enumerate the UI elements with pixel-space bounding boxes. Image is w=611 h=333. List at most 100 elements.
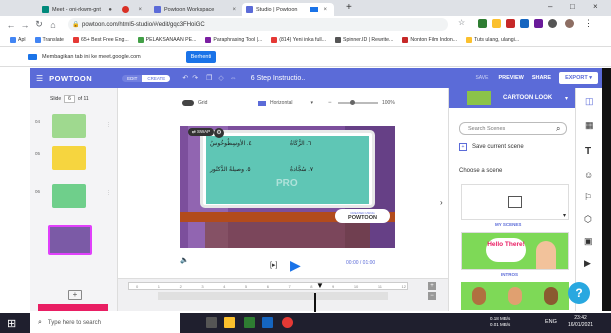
shapes-tool-icon[interactable]: ⬡ (584, 214, 592, 225)
language-indicator[interactable]: ENG (545, 319, 557, 325)
arrow-icon[interactable]: ⇔ (230, 75, 237, 82)
file-explorer-icon[interactable] (224, 317, 235, 328)
tab-powtoon-workspace[interactable]: Powtoon Workspace × (150, 3, 240, 16)
close-icon[interactable]: ● (108, 7, 112, 13)
close-icon[interactable]: × (323, 7, 327, 13)
extension-icon[interactable] (478, 19, 487, 28)
text-tool-icon[interactable]: T (585, 146, 591, 157)
playhead-icon[interactable]: ▼ (316, 281, 324, 290)
minimize-icon[interactable]: – (548, 2, 552, 11)
maximize-icon[interactable]: □ (570, 2, 575, 11)
slide-thumbnail[interactable] (52, 146, 86, 170)
hamburger-menu-icon[interactable]: ☰ (36, 74, 43, 83)
close-icon[interactable]: × (232, 7, 236, 13)
close-icon[interactable]: × (138, 7, 142, 13)
bookmark-item[interactable]: Apl (10, 36, 26, 43)
slide-thumbnail-selected[interactable] (48, 225, 92, 255)
export-button[interactable]: EXPORT ▾ (559, 72, 598, 84)
timeline-plus-button[interactable]: + (428, 282, 436, 290)
slide-number-input[interactable]: 6 (64, 95, 75, 103)
bookmark-item[interactable]: Spinner.ID | Rewrite... (334, 36, 393, 43)
home-icon[interactable]: ⌂ (46, 20, 60, 30)
project-title[interactable]: 6 Step Instructio.. (251, 75, 305, 82)
stop-sharing-button[interactable]: Berhenti (186, 51, 216, 63)
copy-icon[interactable]: ❐ (206, 74, 212, 82)
slide-thumbnail[interactable] (52, 114, 86, 138)
swap-button[interactable]: ⇄ SWAP (188, 128, 215, 136)
task-view-icon[interactable] (206, 317, 217, 328)
redo-icon[interactable]: ↷ (192, 74, 198, 82)
arabic-text[interactable]: ٧. سُجَّادةُ (290, 166, 313, 173)
extension-icon[interactable] (492, 19, 501, 28)
bookmark-item[interactable]: 65+ Best Free Eng... (72, 36, 129, 43)
orientation-select[interactable]: Horizontal ▾ (258, 100, 313, 106)
intro-scene-card[interactable]: Hello There! (461, 232, 569, 270)
reload-icon[interactable]: ↻ (32, 19, 46, 30)
settings-gear-icon[interactable]: ⚙ (214, 128, 224, 138)
extension-icon[interactable] (520, 19, 529, 28)
bookmark-item[interactable]: Paraphrasing Tool |... (205, 36, 262, 43)
zoom-slider[interactable] (338, 102, 378, 104)
help-button[interactable]: ? (568, 282, 590, 304)
back-icon[interactable]: ← (4, 20, 18, 30)
timeline-minus-button[interactable]: − (428, 292, 436, 300)
toggle-switch[interactable] (182, 100, 194, 106)
video-tool-icon[interactable]: ▶ (584, 258, 591, 269)
paste-icon[interactable]: ◇ (218, 74, 223, 82)
slide-options-icon[interactable]: ⋮ (106, 122, 111, 128)
characters-scene-card[interactable] (461, 282, 569, 310)
taskbar-search-box[interactable]: ⌕ Type here to search (30, 313, 180, 333)
bookmark-item[interactable]: Nonton Film Indon... (402, 36, 457, 43)
grid-toggle[interactable]: Grid (182, 100, 207, 106)
slide-options-icon[interactable]: ⋮ (106, 190, 111, 196)
preview-button[interactable]: PREVIEW (498, 75, 523, 81)
timeline-track[interactable] (158, 292, 388, 300)
blank-scene-card[interactable] (461, 184, 569, 220)
new-tab-button[interactable]: + (346, 2, 352, 13)
bookmark-item[interactable]: (814) Yeni inka full... (271, 36, 326, 43)
slide-thumbnail[interactable] (52, 184, 86, 208)
tab-studio-powtoon[interactable]: Studio | Powtoon × (242, 3, 334, 16)
add-slide-button[interactable]: + (68, 290, 82, 300)
scroll-down-icon[interactable]: ▾ (563, 212, 566, 219)
star-icon[interactable]: ☆ (458, 18, 465, 27)
edit-toggle[interactable]: EDIT (122, 74, 143, 82)
extension-icon[interactable] (534, 19, 543, 28)
save-button[interactable]: SAVE (475, 75, 488, 81)
background-tool-icon[interactable]: ▦ (585, 120, 594, 131)
save-scene-button[interactable]: + Save current scene (459, 143, 524, 151)
extensions-puzzle-icon[interactable] (548, 19, 557, 28)
tab-meet[interactable]: Meet - oni-rkwm-gnt ● (38, 3, 116, 16)
close-window-icon[interactable]: × (593, 2, 598, 11)
create-toggle[interactable]: CREATE (142, 74, 171, 82)
menu-dots-icon[interactable]: ⋮ (584, 18, 593, 29)
windows-start-icon[interactable]: ⊞ (7, 317, 16, 330)
bookmark-item[interactable]: Tuts ulang, ulangi... (466, 36, 519, 43)
extension-icon[interactable] (506, 19, 515, 28)
tab-mail[interactable]: × (118, 3, 146, 16)
style-header[interactable]: CARTOON LOOK ▾ (449, 88, 576, 108)
zoom-slider-thumb[interactable] (350, 100, 355, 105)
search-icon[interactable]: ⌕ (556, 124, 560, 134)
url-input[interactable]: 🔒 powtoon.com/html5-studio/#/edit/gqc3FH… (68, 18, 448, 31)
fit-icon[interactable]: [▸] (270, 261, 277, 269)
bookmark-item[interactable]: Translate (34, 36, 64, 43)
play-icon[interactable]: ▶ (290, 257, 301, 274)
app-icon[interactable] (262, 317, 273, 328)
volume-icon[interactable]: 🔈 (180, 256, 189, 264)
profile-avatar[interactable] (565, 19, 574, 28)
arabic-text[interactable]: ٥. وصيلةُ الدَّكتُور (210, 166, 251, 173)
characters-tool-icon[interactable]: ☺ (584, 170, 593, 180)
app-icon[interactable] (244, 317, 255, 328)
scrollbar[interactable] (602, 68, 611, 311)
zoom-out-icon[interactable]: − (328, 100, 332, 106)
clock[interactable]: 23:42 16/01/2021 (568, 315, 593, 329)
media-tool-icon[interactable]: ▣ (584, 236, 593, 247)
share-button[interactable]: SHARE (532, 75, 551, 81)
chrome-icon[interactable] (282, 317, 293, 328)
props-tool-icon[interactable]: ⚐ (584, 192, 592, 203)
undo-icon[interactable]: ↶ (182, 74, 188, 82)
forward-icon[interactable]: → (18, 20, 32, 30)
arabic-text[interactable]: ٦. الزَّكَاةُ (290, 140, 311, 147)
arabic-text[interactable]: ٤. الأوسِطُوخُوسُ (210, 140, 252, 147)
